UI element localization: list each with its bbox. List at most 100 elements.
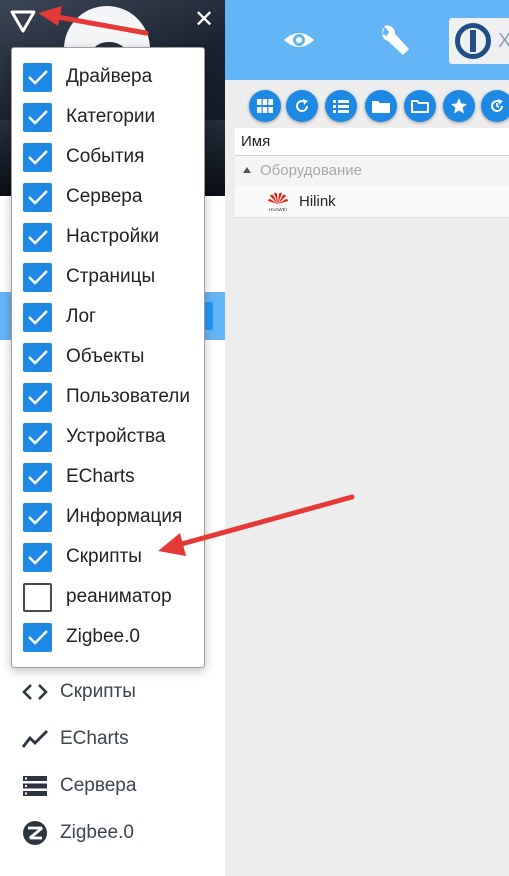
dropdown-item[interactable]: Страницы	[12, 257, 204, 297]
collapse-triangle-icon[interactable]	[243, 167, 251, 173]
dropdown-item-label: Настройки	[66, 226, 160, 247]
dropdown-item[interactable]: Устройства	[12, 417, 204, 457]
code-icon	[22, 679, 48, 705]
checkbox-checked[interactable]	[23, 542, 52, 572]
dropdown-item[interactable]: Категории	[12, 97, 204, 137]
sidebar-item-servers[interactable]: Сервера	[0, 763, 225, 809]
wrench-icon[interactable]	[377, 22, 413, 58]
dropdown-item-label: Скрипты	[66, 546, 142, 567]
checkmark-icon	[27, 270, 48, 285]
checkmark-icon	[27, 470, 48, 485]
dropdown-item[interactable]: ECharts	[12, 457, 204, 497]
checkbox-checked[interactable]	[23, 62, 52, 92]
folder-open-button[interactable]	[404, 90, 436, 122]
tabs-visibility-dropdown: Драйвера Категории События Сервера Настройки…	[11, 47, 205, 668]
dropdown-item[interactable]: Драйвера	[12, 57, 204, 97]
history-button[interactable]	[481, 90, 509, 122]
iobroker-logo[interactable]: X	[449, 18, 509, 64]
checkmark-icon	[27, 150, 48, 165]
device-name: Hilink	[299, 193, 336, 210]
checkbox-checked[interactable]	[23, 182, 52, 212]
object-table: Имя Оборудование HUAWEI Hilink	[235, 128, 509, 220]
column-header-name[interactable]: Имя	[235, 128, 509, 156]
eye-icon[interactable]	[281, 22, 317, 58]
checkmark-icon	[27, 550, 48, 565]
dropdown-item[interactable]: Сервера	[12, 177, 204, 217]
grid-view-icon	[257, 99, 273, 113]
checkbox-checked[interactable]	[23, 222, 52, 252]
checkbox-unchecked[interactable]	[23, 582, 52, 612]
dropdown-item[interactable]: Объекты	[12, 337, 204, 377]
dropdown-item[interactable]: Пользователи	[12, 377, 204, 417]
checkmark-icon	[27, 630, 48, 645]
dropdown-item-label: Информация	[66, 506, 183, 527]
sidebar-item-echarts[interactable]: ECharts	[0, 716, 225, 762]
zigbee-icon	[22, 820, 48, 846]
checkmark-icon	[27, 70, 48, 85]
top-bar: X	[225, 0, 509, 80]
checkbox-checked[interactable]	[23, 142, 52, 172]
checkmark-icon	[27, 230, 48, 245]
dropdown-item-label: Пользователи	[66, 386, 191, 407]
dropdown-item-label: Страницы	[66, 266, 156, 287]
chart-line-icon	[22, 726, 48, 752]
filter-icon[interactable]	[8, 6, 38, 36]
sidebar-item-label: Zigbee.0	[60, 822, 134, 843]
close-icon[interactable]: ✕	[192, 8, 216, 32]
refresh-button[interactable]	[286, 90, 318, 122]
dropdown-item-label: Лог	[66, 306, 96, 327]
folder-button[interactable]	[365, 90, 397, 122]
dropdown-item[interactable]: Информация	[12, 497, 204, 537]
checkmark-icon	[27, 190, 48, 205]
sidebar-item-label: Скрипты	[60, 681, 136, 702]
list-view-icon	[333, 99, 349, 113]
grid-view-button[interactable]	[249, 90, 281, 122]
checkbox-checked[interactable]	[23, 502, 52, 532]
checkbox-checked[interactable]	[23, 422, 52, 452]
toolbar	[225, 80, 509, 126]
sidebar-item-scripts[interactable]: Скрипты	[0, 669, 225, 715]
folder-open-icon	[411, 100, 429, 113]
sidebar-item-label: Сервера	[60, 775, 137, 796]
dropdown-item-label: Zigbee.0	[66, 626, 140, 647]
dropdown-item[interactable]: Zigbee.0	[12, 617, 204, 657]
dropdown-item[interactable]: реаниматор	[12, 577, 204, 617]
dropdown-item[interactable]: Лог	[12, 297, 204, 337]
dropdown-item[interactable]: События	[12, 137, 204, 177]
checkmark-icon	[27, 310, 48, 325]
history-icon	[491, 99, 504, 112]
logo-text: X	[498, 30, 509, 52]
checkmark-icon	[27, 430, 48, 445]
checkmark-icon	[27, 390, 48, 405]
checkbox-checked[interactable]	[23, 302, 52, 332]
group-row[interactable]: Оборудование	[235, 156, 509, 186]
dropdown-item-label: Драйвера	[66, 66, 153, 87]
table-row[interactable]: HUAWEI Hilink	[235, 186, 509, 218]
dropdown-item[interactable]: Скрипты	[12, 537, 204, 577]
sidebar-item-zigbee[interactable]: Zigbee.0	[0, 810, 225, 856]
group-label: Оборудование	[260, 162, 363, 179]
dropdown-item-label: События	[66, 146, 145, 167]
checkbox-checked[interactable]	[23, 262, 52, 292]
checkbox-checked[interactable]	[23, 342, 52, 372]
huawei-logo: HUAWEI	[268, 192, 288, 212]
refresh-icon	[296, 99, 309, 112]
logo-bar	[470, 30, 476, 52]
checkmark-icon	[27, 110, 48, 125]
checkbox-checked[interactable]	[23, 622, 52, 652]
checkbox-checked[interactable]	[23, 462, 52, 492]
favorites-button[interactable]	[443, 90, 475, 122]
dropdown-item-label: Устройства	[66, 426, 166, 447]
dropdown-item[interactable]: Настройки	[12, 217, 204, 257]
dropdown-item-label: Сервера	[66, 186, 143, 207]
folder-icon	[372, 101, 390, 113]
sidebar-item-label: ECharts	[60, 728, 129, 749]
checkmark-icon	[27, 350, 48, 365]
list-view-button[interactable]	[325, 90, 357, 122]
svg-text:HUAWEI: HUAWEI	[269, 207, 287, 212]
dropdown-item-label: ECharts	[66, 466, 135, 487]
checkbox-checked[interactable]	[23, 102, 52, 132]
dropdown-item-label: Объекты	[66, 346, 145, 367]
checkmark-icon	[27, 510, 48, 525]
checkbox-checked[interactable]	[23, 382, 52, 412]
